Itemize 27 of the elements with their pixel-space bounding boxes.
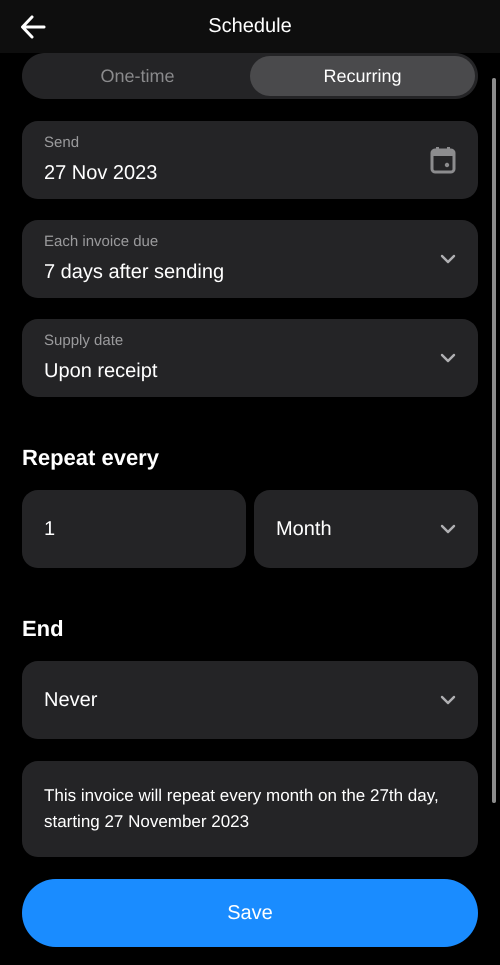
field-label: Each invoice due bbox=[44, 232, 160, 252]
chevron-down-icon bbox=[440, 353, 456, 363]
segment-tab[interactable]: Recurring bbox=[250, 56, 475, 96]
info-message: This invoice will repeat every month on the 27th day, starting 27 November 2023 bbox=[22, 761, 478, 857]
field-value: 7 days after sending bbox=[44, 260, 226, 286]
section-heading: Repeat every bbox=[22, 444, 160, 472]
dropdown-field[interactable]: Never bbox=[22, 661, 478, 739]
dropdown-field[interactable]: Month bbox=[254, 490, 478, 568]
screen-title: Schedule bbox=[208, 14, 292, 39]
field-value: Never bbox=[44, 688, 98, 713]
section-heading: End bbox=[22, 615, 65, 643]
field-value: 1 bbox=[44, 517, 56, 542]
back-button[interactable] bbox=[20, 14, 46, 40]
field-label: Supply date bbox=[44, 330, 124, 351]
dropdown-field[interactable]: Each invoice due 7 days after sending bbox=[22, 220, 478, 298]
dropdown-field[interactable]: Supply date Upon receipt bbox=[22, 319, 478, 397]
field-value: 27 Nov 2023 bbox=[44, 161, 158, 186]
field-value: Month bbox=[276, 517, 333, 542]
chevron-down-icon bbox=[440, 254, 456, 264]
chevron-down-icon bbox=[440, 524, 456, 534]
segment-tab[interactable]: One-time bbox=[25, 56, 250, 96]
chevron-down-icon bbox=[440, 695, 456, 705]
input-field[interactable]: 1 bbox=[22, 490, 246, 568]
field-label: Send bbox=[44, 132, 80, 153]
calendar-icon bbox=[430, 146, 456, 174]
date-field[interactable]: Send 27 Nov 2023 bbox=[22, 121, 478, 199]
field-value: Upon receipt bbox=[44, 359, 158, 384]
